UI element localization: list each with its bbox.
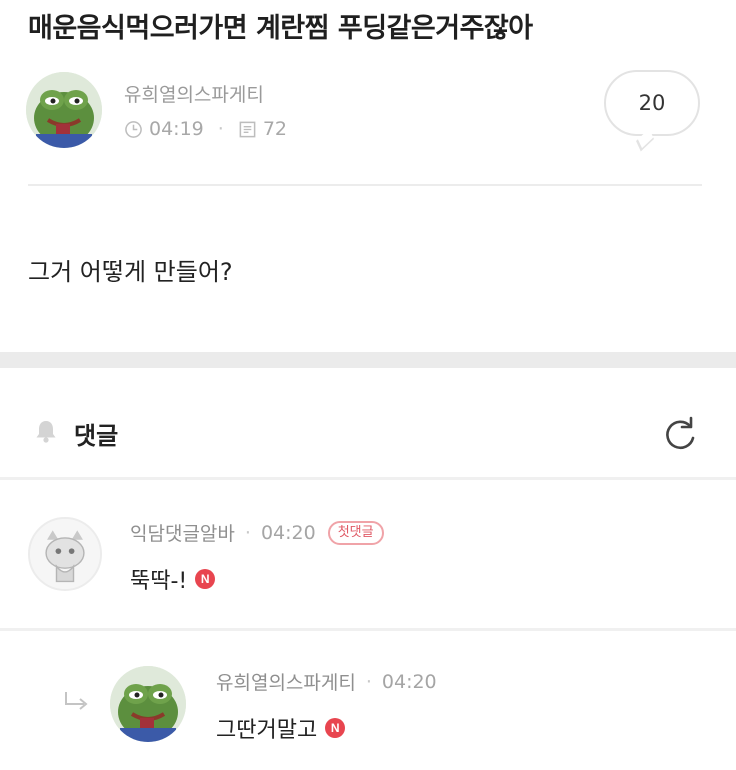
new-badge: N — [195, 569, 216, 589]
reply-author-name[interactable]: 유희열의스파게티 — [216, 668, 356, 695]
new-badge: N — [325, 718, 346, 738]
meta-separator: · — [365, 670, 372, 693]
section-separator — [0, 352, 736, 368]
reply-author-avatar[interactable] — [110, 666, 186, 742]
reply-time: 04:20 — [381, 670, 437, 693]
first-comment-badge: 첫댓글 — [327, 520, 384, 545]
author-name[interactable]: 유희열의스파게티 — [124, 80, 264, 107]
comment-count-button[interactable]: 20 — [604, 70, 700, 136]
post-time: 04:19 — [149, 118, 204, 140]
post-title: 매운음식먹으러가면 계란찜 푸딩같은거주잖아 — [28, 13, 533, 44]
cat-avatar-icon — [30, 519, 100, 589]
author-avatar[interactable] — [26, 72, 102, 148]
clock-icon — [125, 120, 142, 138]
views-icon — [239, 121, 256, 137]
comment-text-row: 뚝딱-! N — [130, 563, 216, 595]
comments-divider — [0, 477, 736, 480]
reply-text-row: 그딴거말고 N — [216, 712, 346, 744]
comment-text: 뚝딱-! — [130, 569, 188, 594]
frog-avatar-icon — [26, 72, 102, 148]
comments-title: 댓글 — [74, 422, 119, 450]
meta-separator: · — [244, 521, 251, 544]
reply-arrow-icon — [65, 692, 88, 710]
post-views: 72 — [262, 118, 287, 140]
comment-meta: 익담댓글알바 · 04:20 첫댓글 — [130, 519, 384, 546]
refresh-icon[interactable] — [658, 412, 702, 456]
comment-time: 04:20 — [260, 521, 316, 544]
commenter-name[interactable]: 익담댓글알바 — [130, 519, 235, 546]
divider — [28, 184, 702, 186]
bell-icon[interactable] — [32, 417, 60, 445]
comment-divider — [0, 628, 736, 631]
reply-text: 그딴거말고 — [216, 718, 318, 743]
post-meta: 04:19 · 72 — [124, 118, 287, 140]
post-body: 그거 어떻게 만들어? — [28, 258, 233, 286]
meta-separator: · — [217, 118, 224, 140]
comments-header: 댓글 — [0, 368, 736, 476]
commenter-avatar[interactable] — [28, 517, 102, 591]
reply-meta: 유희열의스파게티 · 04:20 — [216, 668, 437, 695]
frog-avatar-icon — [110, 666, 186, 742]
